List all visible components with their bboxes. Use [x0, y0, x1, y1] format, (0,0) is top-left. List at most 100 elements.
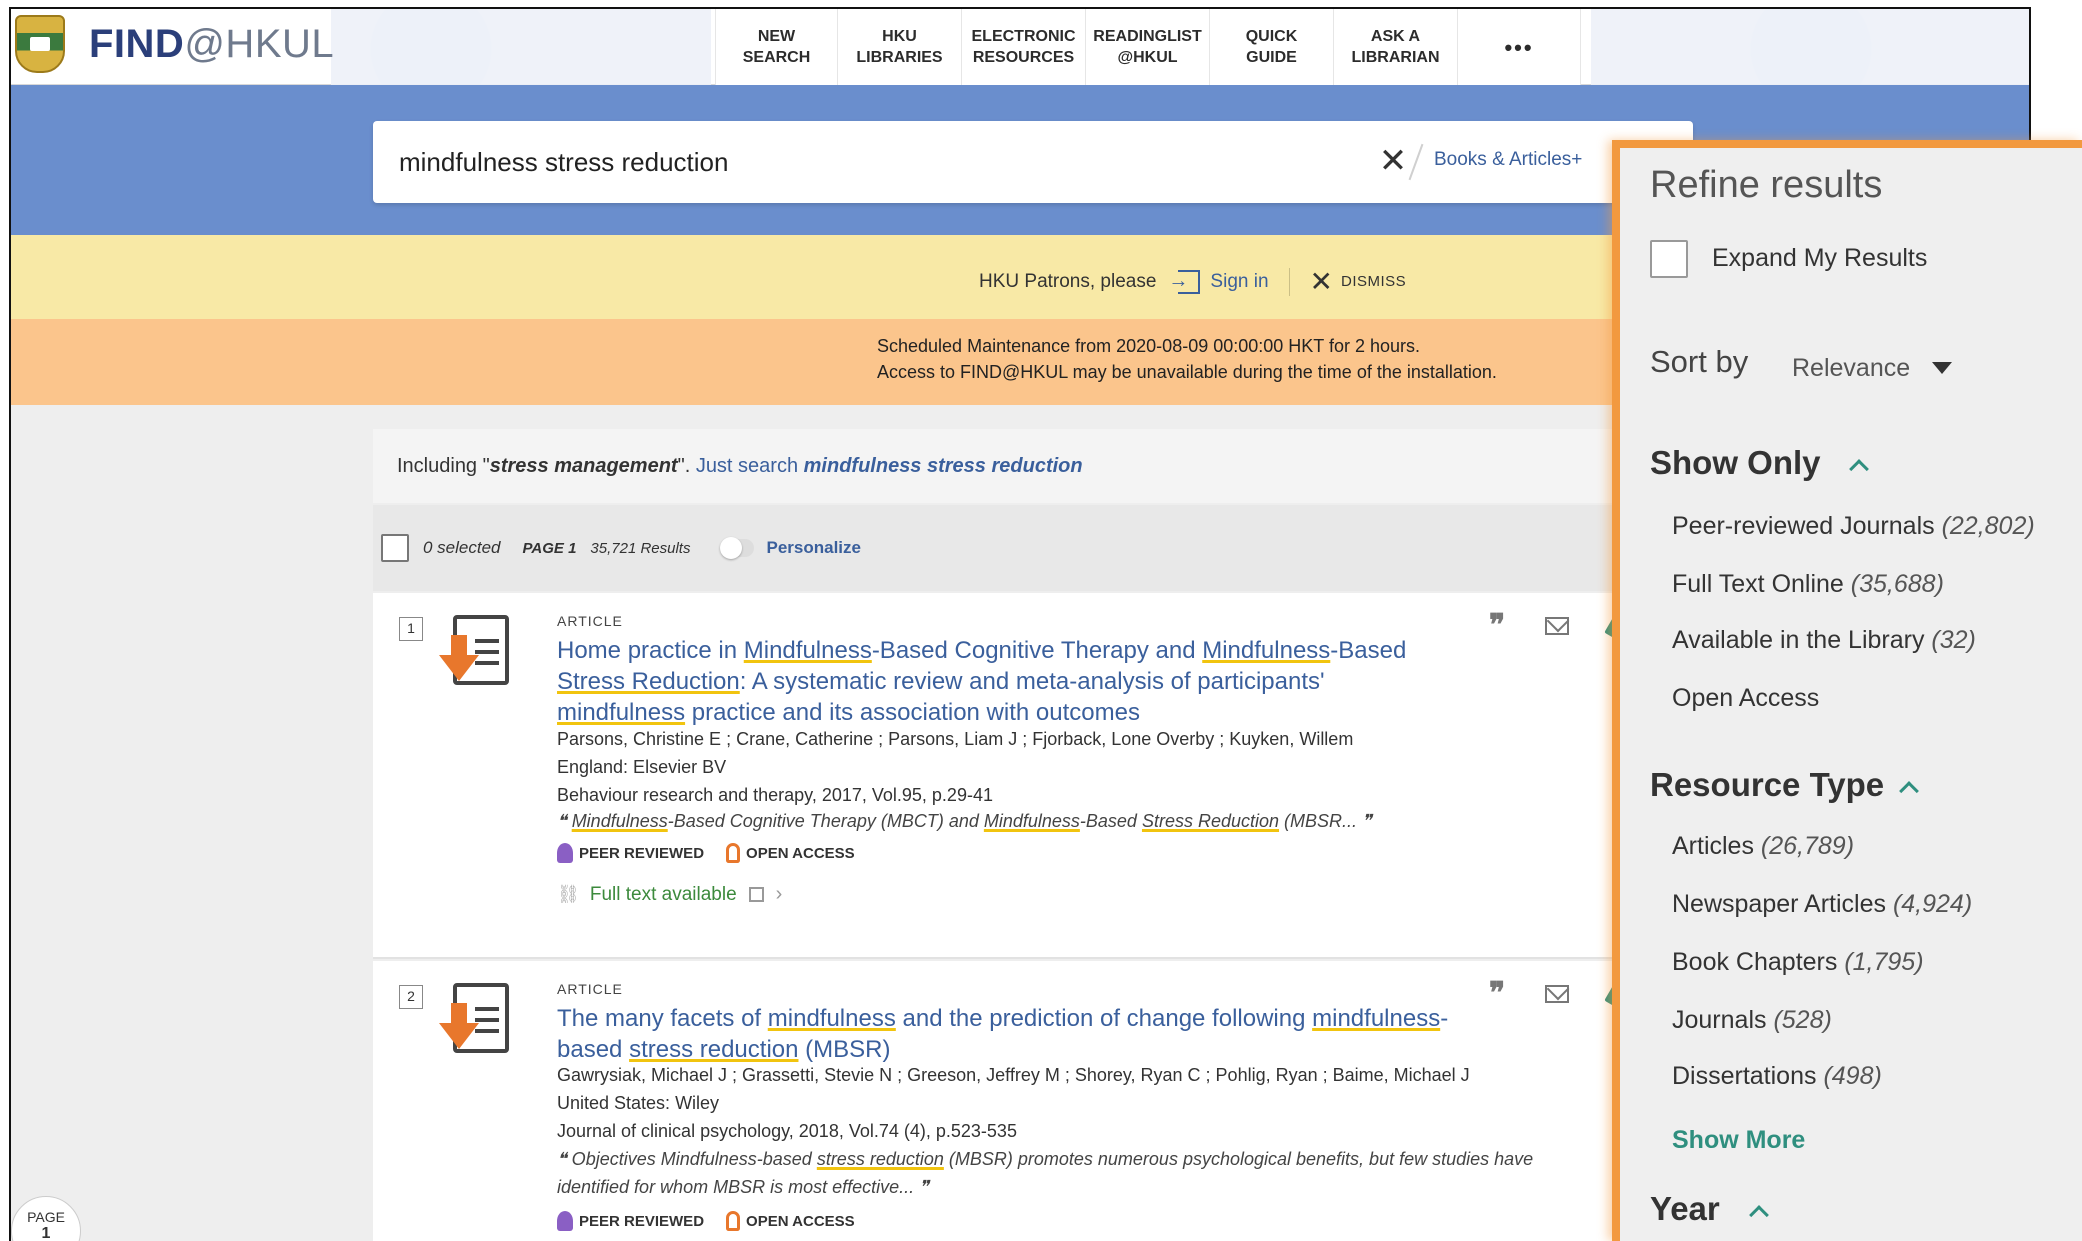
- facet-articles[interactable]: Articles (26,789): [1672, 832, 1854, 861]
- result-publisher: England: Elsevier BV: [557, 757, 727, 777]
- just-search-prefix: Just search: [695, 455, 804, 477]
- result-source: Journal of clinical psychology, 2018, Vo…: [557, 1121, 1017, 1141]
- facet-book-chapters[interactable]: Book Chapters (1,795): [1672, 948, 1924, 977]
- personalize-toggle[interactable]: [720, 537, 755, 559]
- maintenance-message: Scheduled Maintenance from 2020-08-09 00…: [877, 333, 1497, 385]
- chevron-right-icon: ›: [775, 883, 783, 905]
- full-text-link[interactable]: ⛓ Full text available ›: [557, 883, 782, 906]
- result-badges: PEER REVIEWED OPEN ACCESS: [557, 1211, 855, 1231]
- result-title-link[interactable]: Home practice in Mindfulness-Based Cogni…: [557, 635, 1457, 728]
- including-notice: Including "stress management". Just sear…: [373, 429, 1693, 503]
- result-authors: Parsons, Christine E ; Crane, Catherine …: [557, 729, 1354, 749]
- result-item: 1 ARTICLE Home practice in Mindfulness-B…: [373, 593, 1693, 959]
- sign-in-link[interactable]: Sign in: [1210, 271, 1268, 293]
- result-badges: PEER REVIEWED OPEN ACCESS: [557, 843, 855, 863]
- nav-ask-librarian[interactable]: ASK A LIBRARIAN: [1333, 9, 1457, 85]
- hku-crest-icon: [15, 15, 65, 73]
- chevron-up-icon[interactable]: [1749, 1205, 1769, 1225]
- maintenance-line-2: Access to FIND@HKUL may be unavailable d…: [877, 362, 1497, 382]
- peer-reviewed-badge: PEER REVIEWED: [579, 844, 705, 862]
- just-search-query: mindfulness stress reduction: [803, 455, 1083, 477]
- cite-icon[interactable]: ❞: [1489, 611, 1505, 641]
- year-title[interactable]: Year: [1650, 1190, 1720, 1228]
- page-indicator-number: 1: [41, 1225, 51, 1241]
- facet-full-text-online[interactable]: Full Text Online (35,688): [1672, 570, 1944, 599]
- results-list: Including "stress management". Just sear…: [373, 429, 1693, 1241]
- clear-search-button[interactable]: ✕: [1373, 141, 1413, 181]
- nav-quick-guide[interactable]: QUICK GUIDE: [1209, 9, 1333, 85]
- download-arrow-head: [439, 655, 479, 681]
- result-number[interactable]: 1: [399, 617, 423, 641]
- facet-open-access[interactable]: Open Access: [1672, 684, 1819, 713]
- page-indicator-label: PAGE: [27, 1209, 65, 1225]
- page-label: PAGE 1: [522, 539, 577, 557]
- result-publisher: United States: Wiley: [557, 1093, 720, 1113]
- facet-peer-reviewed[interactable]: Peer-reviewed Journals (22,802): [1672, 512, 2035, 541]
- open-access-badge: OPEN ACCESS: [746, 844, 855, 862]
- sort-by-label: Sort by: [1650, 344, 1749, 379]
- result-count: 35,721 Results: [590, 539, 691, 557]
- expand-results-label[interactable]: Expand My Results: [1712, 244, 1927, 273]
- nav-hku-libraries[interactable]: HKU LIBRARIES: [837, 9, 961, 85]
- dismiss-button[interactable]: DISMISS: [1341, 273, 1406, 290]
- result-number[interactable]: 2: [399, 985, 423, 1009]
- sign-in-icon[interactable]: [1168, 269, 1201, 294]
- personalize-label[interactable]: Personalize: [766, 538, 861, 558]
- result-source: Behaviour research and therapy, 2017, Vo…: [557, 785, 993, 805]
- nav-new-search[interactable]: NEW SEARCH: [715, 9, 837, 85]
- download-arrow-icon: [451, 635, 467, 657]
- refine-heading: Refine results: [1650, 164, 1883, 206]
- peer-reviewed-icon: [557, 1211, 573, 1231]
- just-search-link[interactable]: Just search mindfulness stress reduction: [696, 455, 1083, 477]
- including-prefix: Including ": [397, 455, 490, 477]
- email-icon[interactable]: [1545, 617, 1570, 635]
- facet-dissertations[interactable]: Dissertations (498): [1672, 1062, 1882, 1091]
- chevron-down-icon[interactable]: [1932, 362, 1952, 374]
- open-access-icon: [726, 1211, 741, 1231]
- result-title-link[interactable]: The many facets of mindfulness and the p…: [557, 1003, 1457, 1065]
- nav-more-button[interactable]: •••: [1457, 9, 1581, 85]
- expand-results-checkbox[interactable]: [1650, 240, 1688, 278]
- link-icon: ⛓: [557, 884, 580, 904]
- search-scope-select[interactable]: Books & Articles+: [1434, 149, 1582, 171]
- close-icon[interactable]: ✕: [1310, 265, 1333, 298]
- chevron-up-icon[interactable]: [1899, 781, 1919, 801]
- peer-reviewed-icon: [557, 843, 573, 863]
- cite-icon[interactable]: ❞: [1489, 979, 1505, 1009]
- result-item: 2 ARTICLE The many facets of mindfulness…: [373, 961, 1693, 1241]
- show-more-link[interactable]: Show More: [1672, 1126, 1805, 1155]
- nav-readinglist[interactable]: READINGLIST @HKUL: [1085, 9, 1209, 85]
- result-actions: ❞: [1489, 611, 1626, 641]
- brand-name: FIND@HKUL: [89, 21, 335, 66]
- selected-count: 0 selected: [423, 538, 501, 557]
- result-snippet: ❝ Mindfulness-Based Cognitive Therapy (M…: [557, 811, 1372, 831]
- top-navigation-bar: FIND@HKUL NEW SEARCH HKU LIBRARIES ELECT…: [11, 9, 2029, 85]
- external-link-icon: [748, 887, 764, 902]
- including-term: stress management: [489, 455, 678, 477]
- chevron-up-icon[interactable]: [1849, 459, 1869, 479]
- email-icon[interactable]: [1545, 985, 1570, 1003]
- facet-newspaper-articles[interactable]: Newspaper Articles (4,924): [1672, 890, 1972, 919]
- result-type: ARTICLE: [557, 613, 623, 629]
- peer-reviewed-badge: PEER REVIEWED: [579, 1212, 705, 1230]
- nav-electronic-resources[interactable]: ELECTRONIC RESOURCES: [961, 9, 1085, 85]
- facet-journals[interactable]: Journals (528): [1672, 1006, 1832, 1035]
- results-toolbar: 0 selected PAGE 1 35,721 Results Persona…: [373, 505, 1693, 591]
- signin-row: HKU Patrons, please Sign in ✕ DISMISS: [979, 265, 1406, 298]
- facet-available-in-library[interactable]: Available in the Library (32): [1672, 626, 1976, 655]
- download-arrow-head: [439, 1023, 479, 1049]
- find-hkul-logo[interactable]: FIND@HKUL: [15, 15, 334, 73]
- open-access-icon: [726, 843, 741, 863]
- sort-by-select[interactable]: Relevance: [1792, 354, 1910, 383]
- search-input[interactable]: [399, 137, 1299, 187]
- result-snippet: ❝ Objectives Mindfulness-based stress re…: [557, 1149, 1534, 1197]
- banner-divider: [1288, 267, 1290, 296]
- show-only-title[interactable]: Show Only: [1650, 444, 1821, 482]
- download-arrow-icon: [451, 1003, 467, 1025]
- main-nav: NEW SEARCH HKU LIBRARIES ELECTRONIC RESO…: [715, 9, 1581, 85]
- select-all-checkbox[interactable]: [381, 534, 409, 562]
- header-pattern-right: [1591, 9, 2029, 85]
- result-actions: ❞: [1489, 979, 1626, 1009]
- resource-type-title[interactable]: Resource Type: [1650, 766, 1884, 804]
- open-access-badge: OPEN ACCESS: [746, 1212, 855, 1230]
